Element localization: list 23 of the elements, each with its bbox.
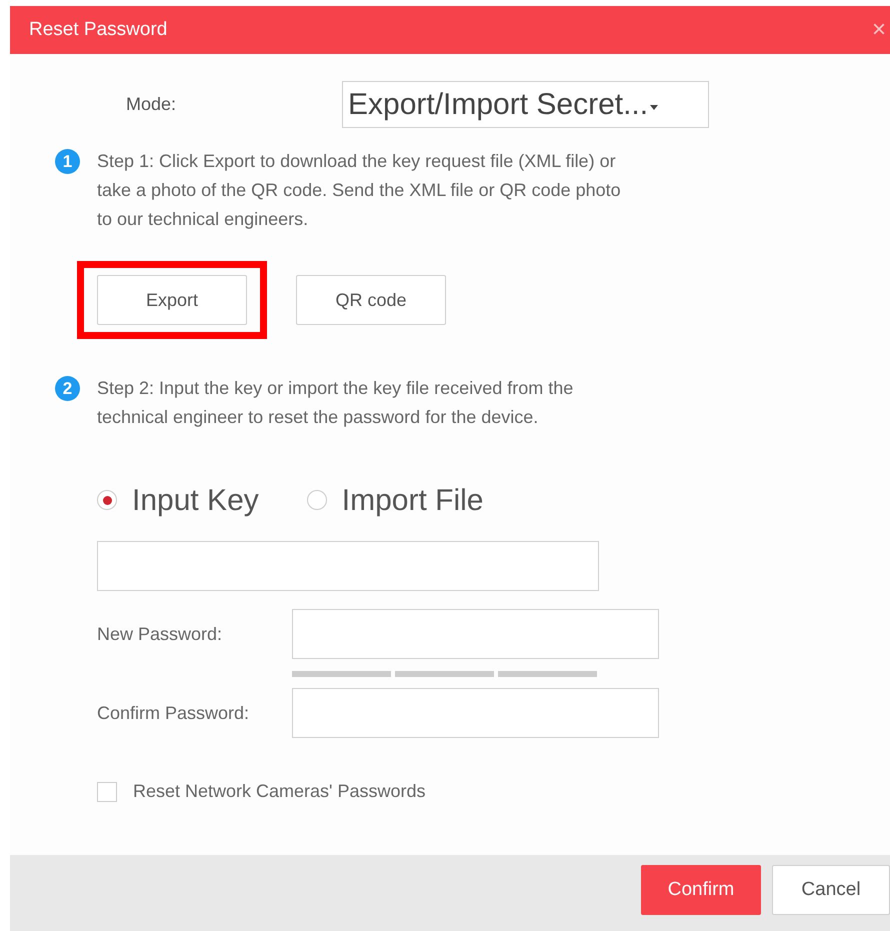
step-text: Step 1: Click Export to download the key request file (XML file) or take a photo of the QR code. Send the XML file or QR code photo to our technical engineers. <box>97 150 622 231</box>
checkbox-label: Reset Network Cameras' Passwords <box>133 780 426 803</box>
step-number: 1 <box>55 149 80 174</box>
radio-button[interactable] <box>306 490 327 510</box>
password-field[interactable] <box>292 609 659 659</box>
confirm-button[interactable]: Confirm <box>641 865 761 915</box>
mode-label: Mode: <box>126 93 178 116</box>
cancel-button[interactable]: Cancel <box>772 865 890 915</box>
step-text: Step 2: Input the key or import the key file received from the technical engineer to reset the password for the device. <box>97 377 574 429</box>
caret-icon <box>650 105 658 110</box>
step-number: 2 <box>55 376 80 401</box>
qr-code-button[interactable]: QR code <box>296 275 446 325</box>
radio-label: Input Key <box>132 482 259 518</box>
window-title: Reset Password <box>29 18 168 42</box>
mode-dropdown[interactable]: Export/Import Secret... <box>342 81 709 128</box>
export-button[interactable]: Export <box>97 275 247 325</box>
checkbox[interactable] <box>97 782 117 802</box>
password-field[interactable] <box>292 688 659 738</box>
field-label: Confirm Password: <box>97 702 250 724</box>
field-label: New Password: <box>97 622 224 646</box>
key-input-field[interactable] <box>97 541 599 591</box>
radio-button[interactable] <box>97 490 117 510</box>
radio-label: Import File <box>342 482 484 518</box>
